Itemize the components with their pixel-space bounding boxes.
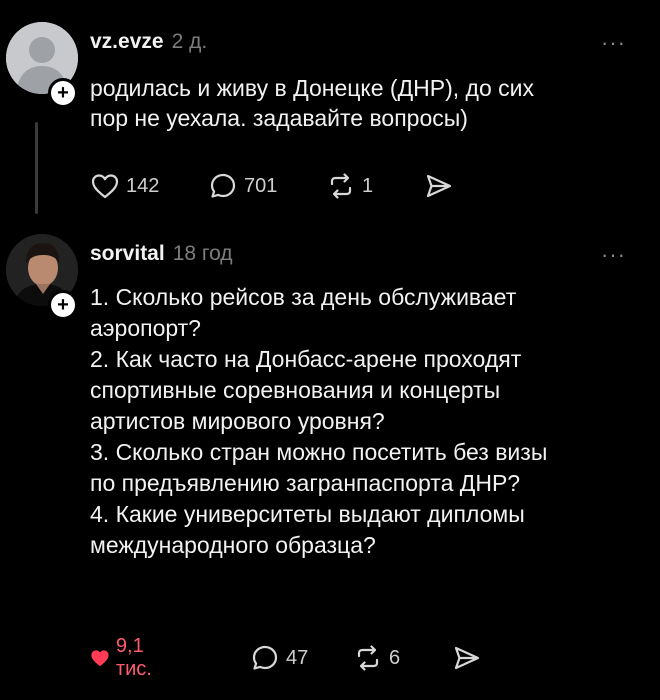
post-text-line: аэропорт? (90, 315, 201, 341)
username[interactable]: vz.evze 2 д. (90, 30, 207, 54)
username-text[interactable]: vz.evze (90, 30, 164, 53)
thread-line (35, 122, 38, 214)
more-options-icon[interactable]: ··· (601, 242, 626, 268)
heart-icon (91, 650, 109, 666)
repost-count: 6 (389, 646, 401, 669)
follow-button[interactable]: + (48, 290, 78, 320)
like-button[interactable]: 142 (90, 166, 159, 206)
post-text-line: 4. Какие университеты выдают дипломы (90, 501, 525, 527)
share-icon (426, 174, 452, 198)
post-text-line: родилась и живу в Донецке (ДНР), до сих (90, 75, 534, 101)
repost-count: 1 (362, 174, 374, 197)
comment-icon (252, 645, 278, 670)
post: + vz.evze 2 д. ··· родилась и живу в Доне… (0, 0, 660, 232)
post-text-line: 3. Сколько стран можно посетить без визы (90, 439, 548, 465)
share-icon (454, 646, 480, 670)
repost-icon (357, 645, 379, 671)
comment-count: 47 (286, 646, 309, 669)
username[interactable]: sorvital 18 год (90, 242, 233, 266)
repost-button[interactable]: 1 (326, 166, 373, 206)
post-text-line: 2. Как часто на Донбасс-арене проходят (90, 346, 522, 372)
post-text-line: по предъявлению загранпаспорта ДНР? (90, 470, 521, 496)
post-text-line: спортивные соревнования и концерты (90, 377, 501, 403)
post-text-line: пор не уехала. задавайте вопросы) (90, 105, 468, 131)
heart-icon (91, 174, 119, 199)
comment-icon (210, 173, 236, 198)
post-text: родилась и живу в Донецке (ДНР), до сих … (90, 73, 635, 133)
more-options-icon[interactable]: ··· (601, 30, 626, 56)
follow-button[interactable]: + (48, 78, 78, 108)
post-text: 1. Сколько рейсов за день обслуживает аэ… (90, 282, 635, 561)
like-button[interactable]: 9,1 тис. (90, 635, 162, 680)
timestamp: 18 год (172, 242, 233, 265)
username-text[interactable]: sorvital (90, 242, 165, 265)
post: + sorvital 18 год ··· 1. Сколько рейсов з… (0, 232, 660, 700)
repost-button[interactable]: 6 (353, 638, 400, 678)
comment-count: 701 (244, 174, 278, 197)
comment-button[interactable]: 701 (208, 166, 277, 206)
like-count: 9,1 тис. (115, 635, 152, 680)
post-text-line: 1. Сколько рейсов за день обслуживает (90, 284, 517, 310)
repost-icon (330, 173, 352, 199)
share-button[interactable] (452, 638, 482, 678)
like-count: 142 (126, 174, 160, 197)
post-text-line: артистов мирового уровня? (90, 408, 385, 434)
timestamp: 2 д. (171, 30, 208, 53)
post-text-line: международного образца? (90, 532, 376, 558)
comment-button[interactable]: 47 (250, 638, 308, 678)
share-button[interactable] (424, 166, 454, 206)
